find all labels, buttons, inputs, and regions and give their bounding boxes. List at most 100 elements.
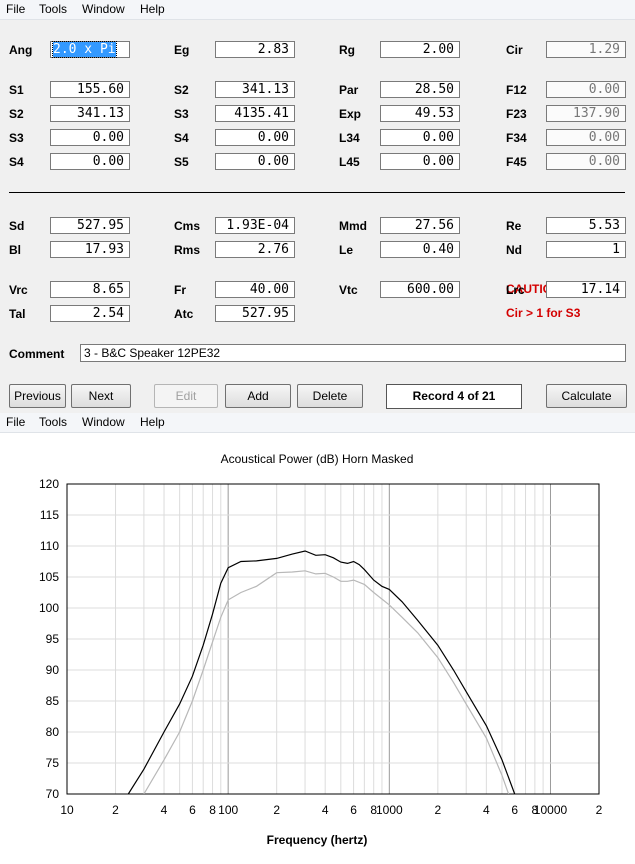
field-cir[interactable]: 1.29 [546,41,626,58]
field-f12[interactable]: 0.00 [546,81,626,98]
menu-bar: File Tools Window Help [0,0,635,20]
label-s5: S5 [174,155,189,169]
x-tick-label: 2 [596,803,603,817]
parameter-panel: CAUTION: Cir > 1 for S3 Comment 3 - B&C … [0,20,635,413]
label-vtc: Vtc [339,283,358,297]
next-button[interactable]: Next [71,384,131,408]
label-s4: S4 [9,155,24,169]
label-s4b: S4 [174,131,189,145]
x-tick-label: 1000 [376,803,403,817]
field-ang[interactable]: 2.0 x Pi [50,41,130,58]
label-mmd: Mmd [339,219,367,233]
field-s3b[interactable]: 4135.41 [215,105,295,122]
field-vtc[interactable]: 600.00 [380,281,460,298]
x-tick-label: 4 [483,803,490,817]
field-s1[interactable]: 155.60 [50,81,130,98]
x-tick-label: 6 [189,803,196,817]
field-l45[interactable]: 0.00 [380,153,460,170]
x-tick-label: 8 [209,803,216,817]
field-f23[interactable]: 137.90 [546,105,626,122]
label-l45: L45 [339,155,360,169]
y-tick-label: 85 [46,694,60,708]
add-button[interactable]: Add [225,384,291,408]
label-l34: L34 [339,131,360,145]
field-s2[interactable]: 341.13 [50,105,130,122]
field-tal[interactable]: 2.54 [50,305,130,322]
label-s3b: S3 [174,107,189,121]
label-par: Par [339,83,359,97]
label-vrc: Vrc [9,283,28,297]
field-re[interactable]: 5.53 [546,217,626,234]
label-rg: Rg [339,43,355,57]
calculate-button[interactable]: Calculate [546,384,627,408]
x-axis-label: Frequency (hertz) [267,833,368,847]
menu-tools[interactable]: Tools [39,2,67,16]
field-f45[interactable]: 0.00 [546,153,626,170]
field-par[interactable]: 28.50 [380,81,460,98]
field-rms[interactable]: 2.76 [215,241,295,258]
field-l34[interactable]: 0.00 [380,129,460,146]
label-f45: F45 [506,155,527,169]
comment-label: Comment [9,347,65,361]
label-eg: Eg [174,43,190,57]
y-tick-label: 105 [39,570,59,584]
menu-file[interactable]: File [6,2,25,16]
chart-menu-file[interactable]: File [6,415,25,429]
previous-button[interactable]: Previous [9,384,66,408]
field-s2b[interactable]: 341.13 [215,81,295,98]
y-tick-label: 80 [46,725,60,739]
label-s1: S1 [9,83,24,97]
field-mmd[interactable]: 27.56 [380,217,460,234]
field-bl[interactable]: 17.93 [50,241,130,258]
field-rg[interactable]: 2.00 [380,41,460,58]
comment-field[interactable]: 3 - B&C Speaker 12PE32 [80,344,626,362]
field-exp[interactable]: 49.53 [380,105,460,122]
x-tick-label: 2 [273,803,280,817]
record-indicator: Record 4 of 21 [386,384,522,409]
label-rms: Rms [174,243,201,257]
label-s3: S3 [9,131,24,145]
label-bl: Bl [9,243,21,257]
field-eg[interactable]: 2.83 [215,41,295,58]
x-tick-label: 4 [322,803,329,817]
label-f12: F12 [506,83,527,97]
field-le[interactable]: 0.40 [380,241,460,258]
power-response-chart: Acoustical Power (dB) Horn Masked Freque… [39,452,603,847]
field-lrc[interactable]: 17.14 [546,281,626,298]
edit-button[interactable]: Edit [154,384,218,408]
field-nd[interactable]: 1 [546,241,626,258]
menu-window[interactable]: Window [82,2,125,16]
field-cms[interactable]: 1.93E-04 [215,217,295,234]
label-ang: Ang [9,43,33,57]
chart-menu-window[interactable]: Window [82,415,125,429]
x-tick-label: 6 [511,803,518,817]
y-tick-label: 95 [46,632,60,646]
field-sd[interactable]: 527.95 [50,217,130,234]
y-tick-label: 115 [40,508,59,522]
chart-title: Acoustical Power (dB) Horn Masked [221,452,414,466]
field-s4[interactable]: 0.00 [50,153,130,170]
field-vrc[interactable]: 8.65 [50,281,130,298]
menu-help[interactable]: Help [140,2,165,16]
label-lrc: Lrc [506,283,525,297]
x-tick-label: 6 [350,803,357,817]
y-tick-label: 90 [46,663,60,677]
chart-menu-help[interactable]: Help [140,415,165,429]
chart-menu-bar: File Tools Window Help [0,413,635,433]
field-atc[interactable]: 527.95 [215,305,295,322]
x-tick-label: 4 [161,803,168,817]
field-s4b[interactable]: 0.00 [215,129,295,146]
label-f23: F23 [506,107,527,121]
chart-menu-tools[interactable]: Tools [39,415,67,429]
field-s3[interactable]: 0.00 [50,129,130,146]
label-s2b: S2 [174,83,189,97]
x-tick-label: 100 [218,803,238,817]
field-fr[interactable]: 40.00 [215,281,295,298]
divider [9,192,625,193]
label-cms: Cms [174,219,201,233]
field-ang-value: 2.0 x Pi [52,41,117,58]
label-re: Re [506,219,522,233]
delete-button[interactable]: Delete [297,384,363,408]
field-f34[interactable]: 0.00 [546,129,626,146]
field-s5[interactable]: 0.00 [215,153,295,170]
